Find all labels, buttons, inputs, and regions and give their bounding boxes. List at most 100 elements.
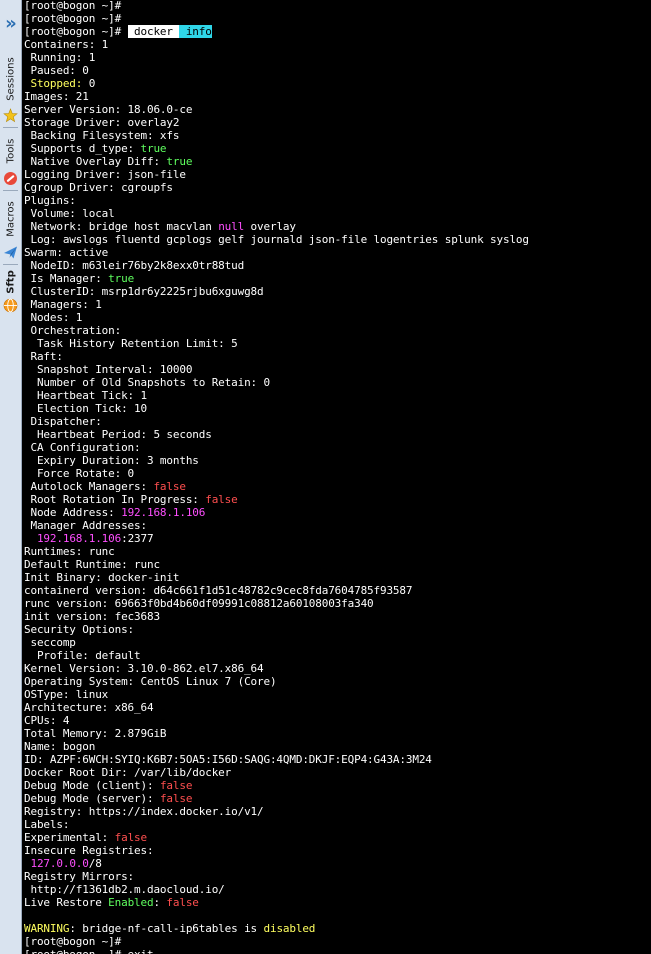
terminal-line: Log: awslogs fluentd gcplogs gelf journa…	[24, 233, 529, 246]
terminal-text: Insecure Registries:	[24, 844, 154, 857]
terminal-text: false	[159, 792, 193, 805]
terminal-output[interactable]: [root@bogon ~]# [root@bogon ~]# [root@bogo…	[23, 0, 651, 954]
terminal-line: Logging Driver: json-file	[24, 168, 186, 181]
terminal-text: /8	[88, 857, 102, 870]
terminal-text: false	[159, 779, 193, 792]
terminal-text: Default Runtime: runc	[24, 558, 160, 571]
terminal-text: Heartbeat Tick: 1	[24, 389, 147, 402]
terminal-line: Running: 1	[24, 51, 95, 64]
terminal-line: CA Configuration:	[24, 441, 140, 454]
terminal-line: WARNING: bridge-nf-call-ip6tables is dis…	[24, 922, 315, 935]
tab-sessions[interactable]: Sessions	[0, 52, 21, 106]
terminal-line: Number of Old Snapshots to Retain: 0	[24, 376, 270, 389]
terminal-text: Manager Addresses:	[24, 519, 147, 532]
terminal-text: Kernel Version: 3.10.0-862.el7.x86_64	[24, 662, 264, 675]
terminal-text: Is Manager:	[24, 272, 109, 285]
terminal-line: Swarm: active	[24, 246, 108, 259]
terminal-text: Cgroup Driver: cgroupfs	[24, 181, 173, 194]
tab-tools-label: Tools	[5, 138, 16, 164]
terminal-text: Logging Driver: json-file	[24, 168, 186, 181]
tab-sftp[interactable]: Sftp	[0, 268, 21, 296]
terminal-text: true	[166, 155, 193, 168]
highlighted-command: docker	[127, 25, 180, 38]
terminal-text: Paused: 0	[24, 64, 89, 77]
terminal-line: Heartbeat Tick: 1	[24, 389, 147, 402]
terminal-text: [root@bogon ~]# exit	[24, 948, 154, 954]
terminal-text: Root Rotation In Progress:	[24, 493, 206, 506]
paper-plane-icon	[4, 246, 17, 259]
terminal-line: Profile: default	[24, 649, 141, 662]
terminal-text: Live Restore	[24, 896, 109, 909]
terminal-text: Raft:	[24, 350, 63, 363]
terminal-line: Supports d_type: true	[24, 142, 166, 155]
terminal-text: runc version: 69663f0bd4b60df09991c08812…	[24, 597, 374, 610]
terminal-line: Autolock Managers: false	[24, 480, 186, 493]
terminal-line: Network: bridge host macvlan null overla…	[24, 220, 296, 233]
sidebar-divider	[3, 127, 18, 128]
terminal-line: Nodes: 1	[24, 311, 82, 324]
terminal-text: Operating System: CentOS Linux 7 (Core)	[24, 675, 277, 688]
terminal-text: [root@bogon ~]#	[24, 0, 122, 12]
terminal-text: ClusterID: msrp1dr6y2225rjbu6xguwg8d	[24, 285, 264, 298]
terminal-line: Default Runtime: runc	[24, 558, 160, 571]
terminal-text: 127.0.0.0	[30, 857, 89, 870]
terminal-text: Runtimes: runc	[24, 545, 115, 558]
terminal-text: Stopped:	[24, 77, 89, 90]
terminal-text: Server Version: 18.06.0-ce	[24, 103, 193, 116]
terminal-text: 0	[88, 77, 96, 90]
terminal-line: Registry: https://index.docker.io/v1/	[24, 805, 264, 818]
terminal-line: Heartbeat Period: 5 seconds	[24, 428, 212, 441]
terminal-line: Live Restore Enabled: false	[24, 896, 199, 909]
tab-macros-label: Macros	[5, 201, 16, 237]
terminal-text: 192.168.1.106	[36, 532, 122, 545]
terminal-text: Architecture: x86_64	[24, 701, 154, 714]
tab-macros[interactable]: Macros	[0, 195, 21, 243]
terminal-text: Total Memory: 2.879GiB	[24, 727, 167, 740]
terminal-text: Log: awslogs fluentd gcplogs gelf journa…	[24, 233, 529, 246]
terminal-text: Dispatcher:	[24, 415, 102, 428]
terminal-line: http://f1361db2.m.daocloud.io/	[24, 883, 225, 896]
terminal-text: OSType: linux	[24, 688, 109, 701]
terminal-text: Name: bogon	[24, 740, 96, 753]
terminal-text: WARNING	[24, 922, 70, 935]
terminal-line: Expiry Duration: 3 months	[24, 454, 199, 467]
terminal-text: Swarm: active	[24, 246, 109, 259]
terminal-text: true	[140, 142, 167, 155]
terminal-text: Volume: local	[24, 207, 115, 220]
terminal-text: Orchestration:	[24, 324, 122, 337]
terminal-line: Orchestration:	[24, 324, 121, 337]
expand-panel-icon[interactable]: »	[3, 14, 19, 34]
terminal-line: Managers: 1	[24, 298, 101, 311]
terminal-text: seccomp	[24, 636, 76, 649]
tab-tools[interactable]: Tools	[0, 132, 21, 170]
terminal-line: Task History Retention Limit: 5	[24, 337, 238, 350]
terminal-line: Is Manager: true	[24, 272, 134, 285]
terminal-text: Plugins:	[24, 194, 76, 207]
terminal-text: Storage Driver: overlay2	[24, 116, 180, 129]
terminal-text: Expiry Duration: 3 months	[24, 454, 199, 467]
terminal-line: Total Memory: 2.879GiB	[24, 727, 167, 740]
star-icon	[3, 108, 18, 123]
terminal-text: Debug Mode (client):	[24, 779, 160, 792]
terminal-text: Registry: https://index.docker.io/v1/	[24, 805, 264, 818]
terminal-line: Operating System: CentOS Linux 7 (Core)	[24, 675, 277, 688]
terminal-line: Init Binary: docker-init	[24, 571, 179, 584]
terminal-line: [root@bogon ~]# docker info	[24, 25, 212, 38]
sidebar-divider	[3, 264, 18, 265]
highlighted-command: info	[179, 25, 212, 38]
terminal-line: Runtimes: runc	[24, 545, 115, 558]
terminal-text: http://f1361db2.m.daocloud.io/	[24, 883, 225, 896]
terminal-line: ID: AZPF:6WCH:SYIQ:K6B7:5OA5:I56D:SAQG:4…	[24, 753, 432, 766]
terminal-line: [root@bogon ~]# exit	[24, 948, 154, 954]
terminal-text: Number of Old Snapshots to Retain: 0	[24, 376, 270, 389]
terminal-text: Enabled	[108, 896, 154, 909]
terminal-line: Insecure Registries:	[24, 844, 154, 857]
terminal-line: ClusterID: msrp1dr6y2225rjbu6xguwg8d	[24, 285, 264, 298]
terminal-text: :	[153, 896, 167, 909]
terminal-line: Kernel Version: 3.10.0-862.el7.x86_64	[24, 662, 264, 675]
sidebar-divider	[3, 190, 18, 191]
terminal-line: Server Version: 18.06.0-ce	[24, 103, 192, 116]
terminal-text: Registry Mirrors:	[24, 870, 135, 883]
terminal-text: Docker Root Dir: /var/lib/docker	[24, 766, 232, 779]
